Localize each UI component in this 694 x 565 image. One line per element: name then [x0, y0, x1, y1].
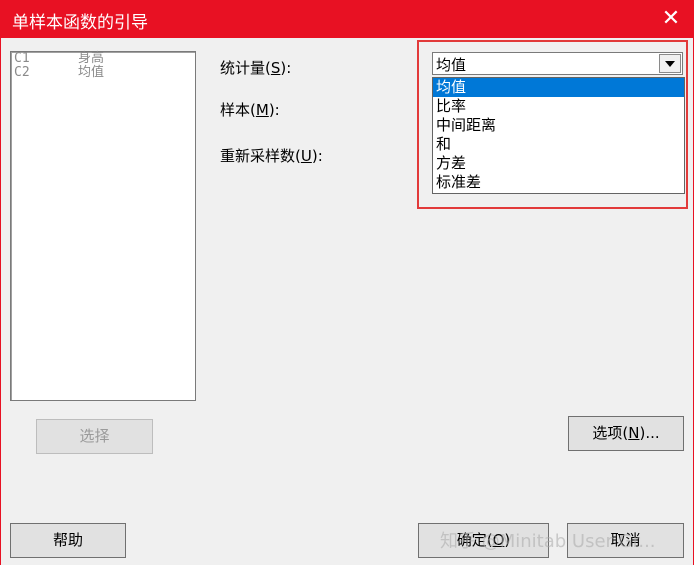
variable-row[interactable]: C2 均值 — [11, 66, 195, 80]
dropdown-option-variance[interactable]: 方差 — [433, 154, 684, 173]
window-title: 单样本函数的引导 — [12, 13, 148, 33]
dropdown-option-proportion[interactable]: 比率 — [433, 97, 684, 116]
title-bar: 单样本函数的引导 ✕ — [0, 0, 694, 38]
options-button[interactable]: 选项(N)... — [568, 416, 684, 451]
variable-list[interactable]: C1 身高 C2 均值 — [10, 51, 196, 401]
close-icon[interactable]: ✕ — [648, 0, 694, 38]
dropdown-option-stdev[interactable]: 标准差 — [433, 173, 684, 192]
statistic-select[interactable]: 均值 — [432, 52, 683, 75]
help-button[interactable]: 帮助 — [10, 523, 126, 558]
select-button[interactable]: 选择 — [36, 419, 153, 454]
resample-count-label: 重新采样数(U): — [220, 147, 323, 165]
statistic-label: 统计量(S): — [220, 59, 292, 77]
dropdown-option-mean[interactable]: 均值 — [433, 78, 684, 97]
sample-label: 样本(M): — [220, 101, 280, 119]
dropdown-button[interactable] — [659, 54, 681, 73]
watermark: 知乎 @Minitab User Gr... — [440, 531, 656, 552]
chevron-down-icon — [665, 61, 675, 67]
dropdown-option-sum[interactable]: 和 — [433, 135, 684, 154]
variable-row[interactable]: C1 身高 — [11, 52, 195, 66]
statistic-dropdown-list[interactable]: 均值 比率 中间距离 和 方差 标准差 — [432, 77, 685, 194]
dropdown-option-midrange[interactable]: 中间距离 — [433, 116, 684, 135]
statistic-select-value: 均值 — [436, 56, 467, 74]
window-border-left — [0, 38, 1, 565]
